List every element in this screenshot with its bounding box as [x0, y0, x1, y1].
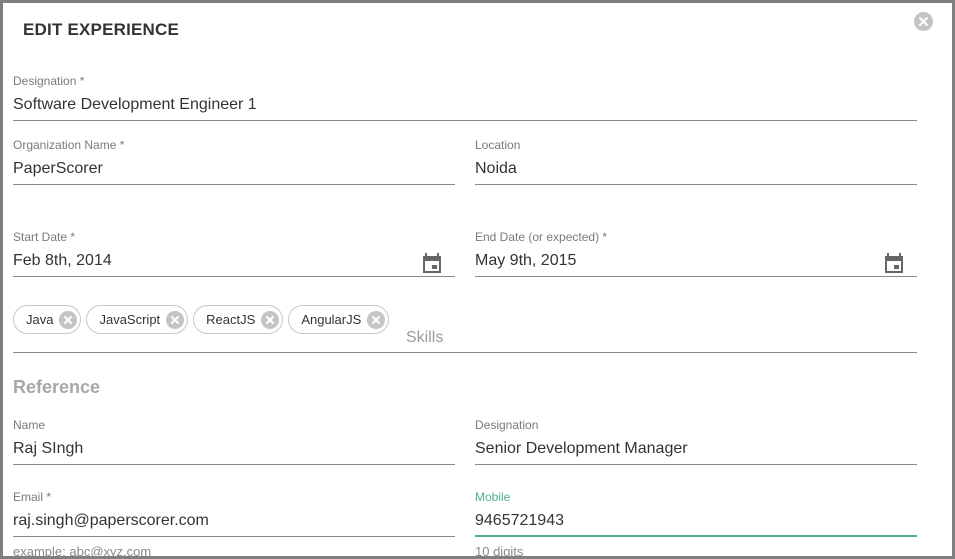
- edit-experience-dialog: EDIT EXPERIENCE Designation * Software D…: [0, 0, 955, 559]
- reference-name-label: Name: [13, 418, 46, 432]
- skill-chip-label: ReactJS: [206, 312, 256, 327]
- close-button[interactable]: [914, 12, 933, 31]
- chip-delete-button[interactable]: [59, 310, 78, 329]
- reference-email-underline: [13, 536, 455, 537]
- reference-mobile-underline: [475, 535, 917, 537]
- reference-email-field[interactable]: Email * raj.singh@paperscorer.com exampl…: [13, 490, 455, 559]
- start-date-field[interactable]: Start Date * Feb 8th, 2014: [13, 230, 455, 278]
- calendar-icon[interactable]: [885, 253, 903, 273]
- designation-underline: [13, 120, 917, 121]
- skill-chip-label: AngularJS: [301, 312, 362, 327]
- start-date-label: Start Date *: [13, 230, 76, 244]
- designation-input[interactable]: Software Development Engineer 1: [13, 94, 917, 116]
- reference-email-label: Email *: [13, 490, 52, 504]
- location-label: Location: [475, 138, 521, 152]
- close-icon: [919, 17, 928, 26]
- chip-delete-button[interactable]: [261, 310, 280, 329]
- chip-delete-button[interactable]: [166, 310, 185, 329]
- start-date-underline: [13, 276, 455, 277]
- calendar-icon[interactable]: [423, 253, 441, 273]
- dialog-title: EDIT EXPERIENCE: [23, 20, 180, 39]
- reference-mobile-input[interactable]: 9465721943: [475, 510, 917, 532]
- reference-heading: Reference: [13, 377, 101, 397]
- location-underline: [475, 184, 917, 185]
- close-icon: [266, 315, 275, 324]
- reference-mobile-helper: 10 digits: [475, 544, 524, 559]
- end-date-input[interactable]: May 9th, 2015: [475, 250, 917, 272]
- organization-underline: [13, 184, 455, 185]
- skill-chip-label: Java: [26, 312, 54, 327]
- reference-designation-underline: [475, 464, 917, 465]
- skill-chip[interactable]: ReactJS: [193, 305, 284, 334]
- reference-email-input[interactable]: raj.singh@paperscorer.com: [13, 510, 455, 532]
- skill-chip[interactable]: AngularJS: [288, 305, 390, 334]
- reference-designation-field[interactable]: Designation Senior Development Manager: [475, 418, 917, 466]
- reference-name-field[interactable]: Name Raj SIngh: [13, 418, 455, 466]
- location-field[interactable]: Location Noida: [475, 138, 917, 186]
- organization-field[interactable]: Organization Name * PaperScorer: [13, 138, 455, 186]
- organization-input[interactable]: PaperScorer: [13, 158, 455, 180]
- reference-name-underline: [13, 464, 455, 465]
- skills-chip-list: Java JavaScript ReactJS AngularJS: [13, 305, 394, 334]
- end-date-underline: [475, 276, 917, 277]
- end-date-label: End Date (or expected) *: [475, 230, 608, 244]
- reference-name-input[interactable]: Raj SIngh: [13, 438, 455, 460]
- reference-mobile-field[interactable]: Mobile 9465721943 10 digits: [475, 490, 917, 559]
- skill-chip[interactable]: JavaScript: [86, 305, 189, 334]
- close-icon: [64, 315, 73, 324]
- close-icon: [171, 315, 180, 324]
- skill-chip-label: JavaScript: [99, 312, 161, 327]
- skills-input[interactable]: Skills: [406, 329, 443, 347]
- designation-label: Designation *: [13, 74, 85, 88]
- location-input[interactable]: Noida: [475, 158, 917, 180]
- close-icon: [372, 315, 381, 324]
- chip-delete-button[interactable]: [367, 310, 386, 329]
- organization-label: Organization Name *: [13, 138, 125, 152]
- reference-designation-label: Designation: [475, 418, 539, 432]
- reference-email-helper: example: abc@xyz.com: [13, 544, 152, 559]
- start-date-input[interactable]: Feb 8th, 2014: [13, 250, 455, 272]
- skill-chip[interactable]: Java: [13, 305, 82, 334]
- end-date-field[interactable]: End Date (or expected) * May 9th, 2015: [475, 230, 917, 278]
- designation-field[interactable]: Designation * Software Development Engin…: [13, 74, 917, 122]
- reference-designation-input[interactable]: Senior Development Manager: [475, 438, 917, 460]
- reference-mobile-label: Mobile: [475, 490, 511, 504]
- skills-underline: [13, 352, 917, 353]
